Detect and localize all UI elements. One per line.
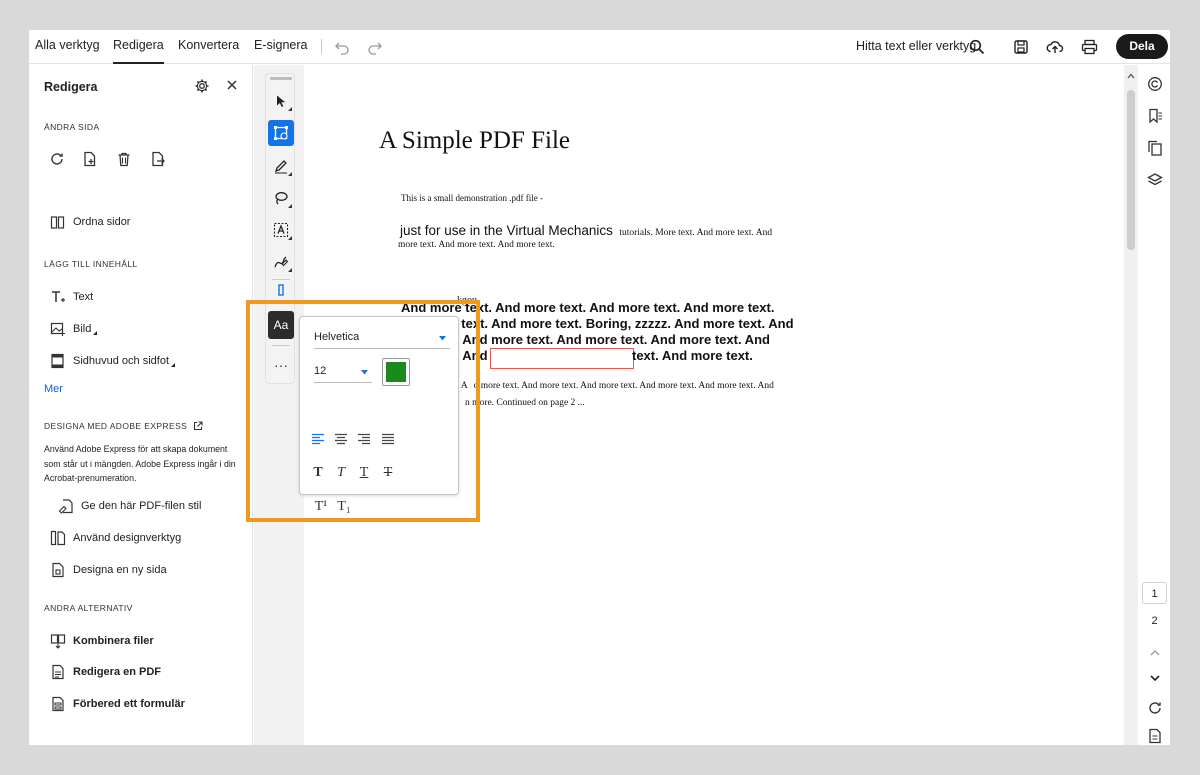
doc-bold-line-4[interactable]: text. And more text. — [632, 348, 753, 363]
edit-text-image-tool[interactable] — [268, 120, 294, 146]
external-link-icon[interactable] — [193, 421, 203, 431]
doc-para3-line-1-b: d more text. And more text. And more tex… — [473, 381, 774, 391]
submenu-indicator — [171, 363, 176, 367]
doc-line-2-sans: just for use in the Virtual Mechanics — [400, 223, 613, 238]
save-icon[interactable] — [1011, 37, 1031, 57]
tab-all-tools[interactable]: Alla verktyg — [35, 30, 100, 64]
panel-title: Redigera — [44, 80, 98, 94]
doc-line-2-serif: tutorials. More text. And more text. And — [619, 228, 773, 238]
express-heading-label: DESIGNA MED ADOBE EXPRESS — [44, 421, 188, 431]
header-footer-label: Sidhuvud och sidfot — [73, 355, 170, 367]
prepare-form-label: Förbered ett formulär — [73, 698, 185, 710]
edit-pdf-label: Redigera en PDF — [73, 666, 162, 678]
pages-icon[interactable] — [1146, 139, 1164, 157]
scroll-up-icon[interactable] — [1127, 73, 1135, 79]
delete-page-icon[interactable] — [116, 151, 134, 169]
add-image-icon — [49, 321, 66, 338]
section-heading-add-content: LÄGG TILL INNEHÅLL — [44, 259, 138, 269]
text-edit-box[interactable] — [490, 348, 634, 369]
chevron-down-icon[interactable] — [1146, 669, 1164, 687]
page-number-2[interactable]: 2 — [1142, 610, 1167, 632]
close-icon[interactable] — [226, 79, 240, 93]
design-tools-icon — [49, 530, 66, 547]
express-description: Använd Adobe Express för att skapa dokum… — [44, 444, 236, 483]
edit-pdf-icon — [49, 664, 66, 681]
rotate-icon[interactable] — [49, 151, 67, 169]
section-heading-change-page: ÄNDRA SIDA — [44, 122, 100, 132]
right-rail: 1 2 — [1138, 65, 1170, 745]
page-fit-icon[interactable] — [1146, 727, 1164, 745]
refresh-icon[interactable] — [1146, 699, 1164, 717]
design-new-page-item[interactable]: Designa en ny sida — [49, 560, 167, 580]
toolbar-drag-handle[interactable] — [270, 77, 292, 80]
combine-files-label: Kombinera filer — [73, 635, 154, 647]
style-pdf-item[interactable]: Ge den här PDF-filen stil — [57, 496, 201, 516]
combine-files-item[interactable]: Kombinera filer — [49, 631, 154, 651]
page-number-1[interactable]: 1 — [1142, 582, 1167, 604]
more-link[interactable]: Mer — [44, 383, 63, 395]
extract-page-icon[interactable] — [150, 151, 168, 169]
draw-tool[interactable] — [268, 153, 294, 179]
chevron-up-icon[interactable] — [1146, 643, 1164, 661]
design-tools-label: Använd designverktyg — [73, 532, 182, 544]
doc-line-1[interactable]: This is a small demonstration .pdf file … — [401, 193, 543, 203]
doc-title[interactable]: A Simple PDF File — [379, 127, 570, 155]
edit-panel: Redigera ÄNDRA SIDA Ordna sidor LÄGG TIL… — [29, 65, 253, 745]
bookmark-icon[interactable] — [1146, 107, 1164, 125]
edit-pdf-item[interactable]: Redigera en PDF — [49, 662, 161, 682]
insert-page-icon[interactable] — [82, 151, 100, 169]
section-heading-express: DESIGNA MED ADOBE EXPRESS — [44, 421, 203, 431]
acrobat-window: Alla verktyg Redigera Konvertera E-signe… — [29, 30, 1170, 745]
tab-edit[interactable]: Redigera — [113, 30, 164, 64]
doc-para3-line-2-b: n more. Continued on page 2 ... — [465, 398, 585, 408]
redo-icon[interactable] — [365, 37, 385, 57]
top-bar: Alla verktyg Redigera Konvertera E-signe… — [29, 30, 1170, 64]
combine-files-icon — [49, 633, 66, 650]
tab-esign[interactable]: E-signera — [254, 30, 308, 64]
share-button[interactable]: Dela — [1116, 34, 1168, 59]
header-footer-icon — [49, 353, 66, 370]
toolbar-divider — [321, 39, 322, 54]
section-heading-other: ANDRA ALTERNATIV — [44, 603, 133, 613]
undo-icon[interactable] — [332, 37, 352, 57]
prepare-form-icon — [49, 696, 66, 713]
header-footer-item[interactable]: Sidhuvud och sidfot — [49, 351, 176, 371]
submenu-indicator — [93, 331, 98, 335]
cloud-upload-icon[interactable] — [1045, 37, 1065, 57]
doc-line-3[interactable]: more text. And more text. And more text. — [398, 240, 555, 250]
add-image-item[interactable]: Bild — [49, 319, 98, 339]
doc-para3-line-1[interactable]: t. A d more text. And more text. And mor… — [454, 381, 774, 391]
style-pdf-icon — [57, 498, 74, 515]
doc-line-2[interactable]: just for use in the Virtual Mechanics tu… — [400, 222, 772, 240]
tab-convert[interactable]: Konvertera — [178, 30, 239, 64]
search-tools-text[interactable]: Hitta text eller verktyg — [856, 39, 976, 53]
print-icon[interactable] — [1079, 37, 1099, 57]
marker-tool[interactable] — [268, 283, 294, 297]
comment-icon[interactable] — [1146, 75, 1164, 93]
layers-icon[interactable] — [1146, 171, 1164, 189]
highlight-annotation-box — [246, 300, 480, 522]
add-image-label: Bild — [73, 323, 92, 335]
lasso-tool[interactable] — [268, 185, 294, 211]
gear-icon[interactable] — [194, 78, 212, 96]
sign-tool[interactable] — [268, 249, 294, 275]
design-new-page-icon — [49, 562, 66, 579]
design-tools-item[interactable]: Använd designverktyg — [49, 528, 181, 548]
toolbar-divider — [272, 279, 290, 280]
search-icon[interactable] — [967, 37, 987, 57]
style-pdf-label: Ge den här PDF-filen stil — [81, 500, 202, 512]
select-tool[interactable] — [268, 88, 294, 114]
organize-pages-icon — [49, 214, 66, 231]
organize-pages-item[interactable]: Ordna sidor — [49, 212, 130, 232]
add-text-icon — [49, 289, 66, 306]
add-text-label: Text — [73, 291, 94, 303]
prepare-form-item[interactable]: Förbered ett formulär — [49, 694, 185, 714]
scrollbar-thumb[interactable] — [1127, 90, 1135, 250]
add-text-item[interactable]: Text — [49, 287, 93, 307]
organize-pages-label: Ordna sidor — [73, 216, 131, 228]
text-box-tool[interactable] — [268, 217, 294, 243]
design-new-page-label: Designa en ny sida — [73, 564, 167, 576]
